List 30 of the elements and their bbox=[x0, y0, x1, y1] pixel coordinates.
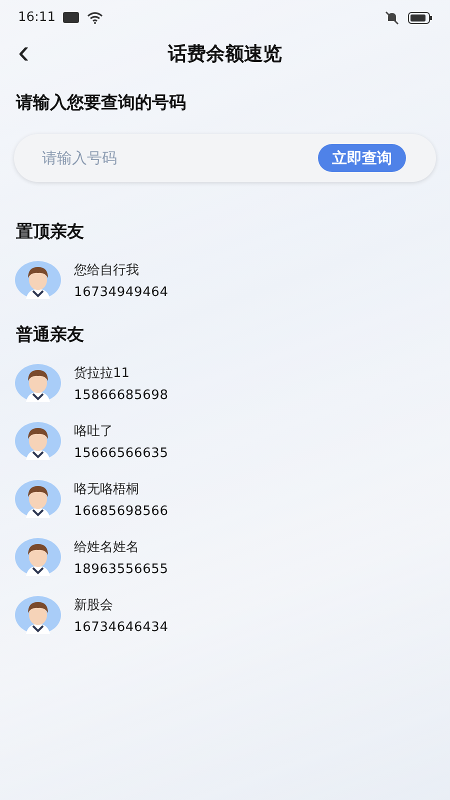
mute-bell-icon bbox=[384, 10, 400, 24]
section-title: 普通亲友 bbox=[16, 324, 85, 346]
contact-phone: 15666566635 bbox=[74, 446, 168, 460]
contact-name: 给姓名姓名 bbox=[74, 538, 140, 556]
avatar-icon bbox=[15, 596, 61, 634]
avatar-icon bbox=[15, 364, 61, 402]
contact-name: 货拉拉11 bbox=[74, 364, 131, 382]
avatar-icon bbox=[15, 422, 61, 460]
status-time: 16:11 bbox=[18, 10, 56, 25]
phone-input-field[interactable]: 请输入号码 立即查询 bbox=[14, 134, 436, 182]
query-button[interactable]: 立即查询 bbox=[318, 144, 406, 172]
query-label: 请输入您要查询的号码 bbox=[16, 92, 187, 114]
back-button[interactable]: ‹ bbox=[14, 35, 34, 69]
contact-name: 您给自行我 bbox=[74, 262, 140, 278]
contact-name: 新股会 bbox=[74, 596, 114, 614]
page-title: 话费余额速览 bbox=[168, 42, 282, 67]
contact-name: 咯吐了 bbox=[74, 422, 114, 440]
contact-phone: 16734949464 bbox=[74, 284, 168, 300]
section-title: 置顶亲友 bbox=[16, 221, 85, 243]
contact-name: 咯无咯梧桐 bbox=[74, 480, 140, 498]
contact-phone: 16734646434 bbox=[74, 620, 168, 634]
avatar-icon bbox=[15, 480, 61, 518]
notification-icon bbox=[63, 12, 80, 23]
avatar-icon bbox=[15, 538, 61, 576]
contact-phone: 18963556655 bbox=[74, 562, 168, 576]
wifi-icon bbox=[87, 12, 104, 24]
battery-icon bbox=[408, 12, 432, 24]
contact-phone: 16685698566 bbox=[74, 504, 168, 518]
contact-phone: 15866685698 bbox=[74, 388, 168, 402]
avatar-icon bbox=[15, 261, 61, 299]
